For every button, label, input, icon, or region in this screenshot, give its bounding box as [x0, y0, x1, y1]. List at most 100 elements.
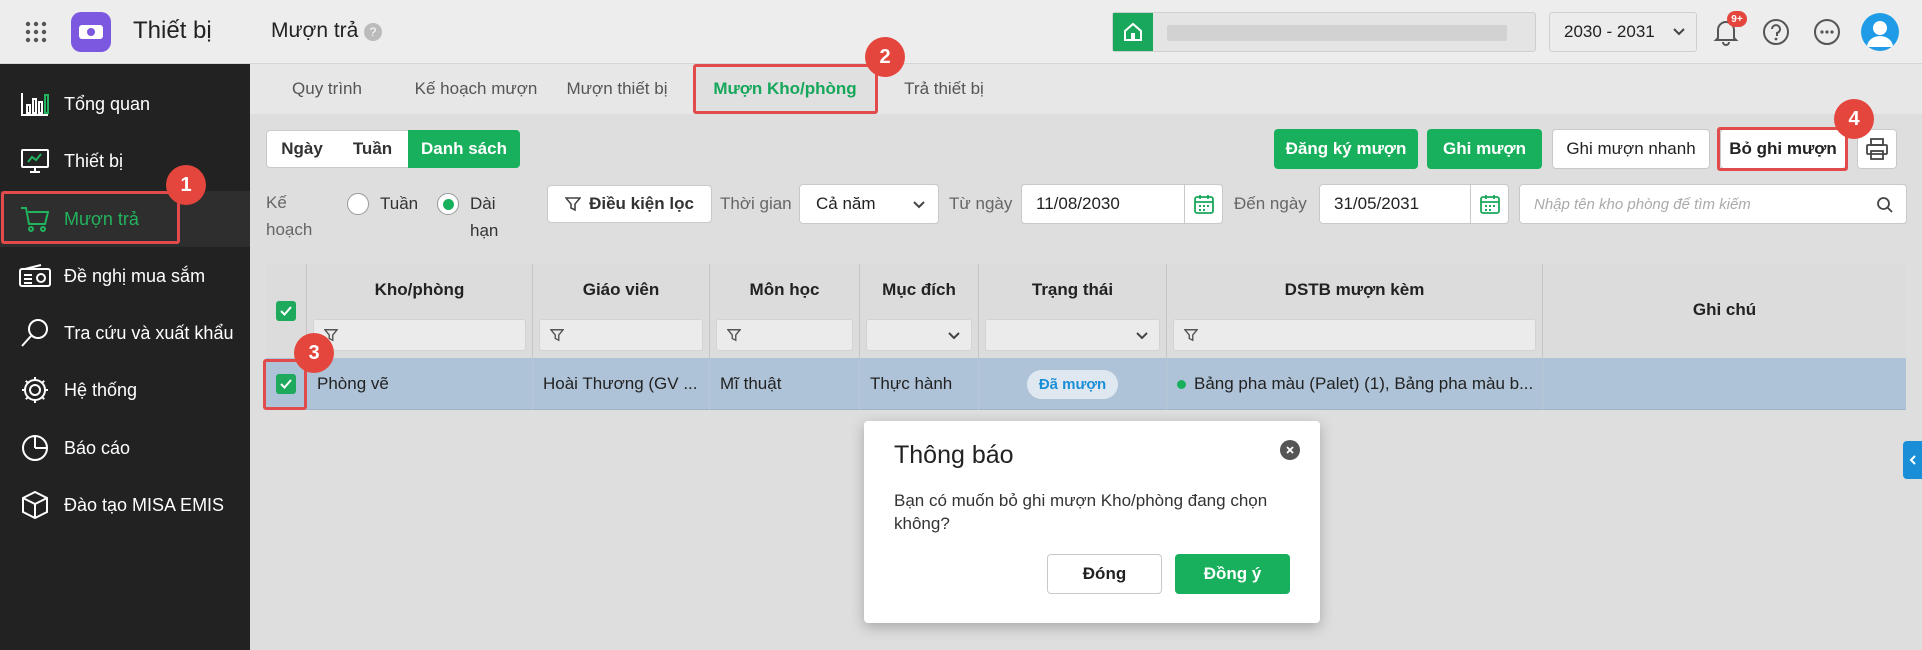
tab-borrow-equipment[interactable]: Mượn thiết bị	[552, 64, 682, 114]
radio-long-term-label-2[interactable]: hạn	[470, 221, 498, 241]
highlight-unrecord-button	[1717, 127, 1848, 171]
to-date-value: 31/05/2031	[1334, 194, 1420, 213]
quick-record-button[interactable]: Ghi mượn nhanh	[1552, 129, 1710, 169]
home-icon	[1113, 13, 1153, 51]
sidebar-item-label: Tra cứu và xuất khẩu	[64, 322, 234, 343]
column-header-teacher: Giáo viên	[533, 264, 710, 358]
sidebar-item-purchase-request[interactable]: Đề nghị mua sắm	[0, 248, 250, 304]
sidebar-item-training[interactable]: Đào tạo MISA EMIS	[0, 477, 250, 533]
to-date-input[interactable]: 31/05/2031	[1319, 184, 1509, 224]
sidebar-item-label: Báo cáo	[64, 437, 131, 458]
view-list-button[interactable]: Danh sách	[408, 130, 520, 168]
more-icon[interactable]	[1813, 18, 1841, 46]
app-logo-icon	[71, 12, 111, 52]
room-search-placeholder: Nhập tên kho phòng để tìm kiếm	[1534, 195, 1751, 213]
room-search-input[interactable]: Nhập tên kho phòng để tìm kiếm	[1519, 184, 1907, 224]
record-borrow-button[interactable]: Ghi mượn	[1427, 129, 1542, 169]
equipment-text: Bảng pha màu (Palet) (1), Bảng pha màu b…	[1194, 374, 1534, 393]
cell-room: Phòng vẽ	[307, 358, 533, 410]
school-selector[interactable]	[1112, 12, 1536, 52]
from-date-value: 11/08/2030	[1036, 194, 1120, 213]
time-select-value: Cả năm	[816, 194, 876, 213]
cell-subject: Mĩ thuật	[710, 358, 860, 410]
column-header-status: Trạng thái	[979, 264, 1167, 358]
view-day-button[interactable]: Ngày	[266, 130, 338, 168]
calendar-icon[interactable]	[1470, 185, 1508, 223]
tab-return-equipment[interactable]: Trả thiết bị	[882, 64, 1006, 114]
chevron-down-icon	[1673, 28, 1685, 36]
sidebar-item-label: Tổng quan	[64, 93, 151, 114]
monitor-icon	[18, 144, 52, 178]
column-header-note: Ghi chú	[1543, 264, 1906, 358]
sidebar-item-equipment[interactable]: Thiết bị	[0, 133, 250, 189]
tab-process[interactable]: Quy trình	[262, 64, 392, 114]
column-title: Ghi chú	[1692, 300, 1757, 319]
gear-icon	[18, 373, 52, 407]
check-icon	[280, 306, 292, 316]
highlight-tab-borrow-room	[693, 64, 878, 114]
column-filter-teacher[interactable]	[539, 319, 703, 351]
radio-device-icon	[18, 259, 52, 293]
column-title: Trạng thái	[1031, 280, 1114, 299]
radio-week-label[interactable]: Tuần	[380, 194, 418, 214]
chevron-down-icon	[1136, 332, 1148, 340]
confirm-dialog: Thông báo Bạn có muốn bỏ ghi mượn Kho/ph…	[864, 421, 1320, 623]
school-name-blurred	[1167, 25, 1507, 41]
column-filter-equipment[interactable]	[1173, 319, 1536, 351]
sidebar-item-label: Đào tạo MISA EMIS	[64, 494, 225, 515]
magnifier-icon	[18, 316, 52, 350]
dialog-confirm-button[interactable]: Đồng ý	[1175, 554, 1290, 594]
column-filter-purpose[interactable]	[866, 319, 972, 351]
sidebar-item-reports[interactable]: Báo cáo	[0, 420, 250, 476]
pie-chart-icon	[18, 431, 52, 465]
green-dot-icon	[1177, 379, 1186, 389]
column-title: DSTB mượn kèm	[1284, 280, 1425, 299]
view-week-button[interactable]: Tuần	[337, 130, 409, 168]
cell-equipment: Bảng pha màu (Palet) (1), Bảng pha màu b…	[1167, 358, 1543, 410]
help-icon[interactable]	[1762, 18, 1790, 46]
plan-label: Kế	[266, 193, 287, 212]
app-grid-icon[interactable]	[24, 20, 48, 44]
status-badge: Đã mượn	[1026, 369, 1119, 399]
filter-conditions-button[interactable]: Điều kiện lọc	[547, 185, 712, 223]
radio-long-term[interactable]	[437, 193, 459, 215]
register-borrow-button[interactable]: Đăng ký mượn	[1274, 129, 1418, 169]
column-header-purpose: Mục đích	[860, 264, 979, 358]
app-title: Thiết bị	[133, 17, 212, 44]
step-badge-2: 2	[865, 37, 905, 77]
sidebar-item-overview[interactable]: Tổng quan	[0, 76, 250, 132]
column-filter-status[interactable]	[985, 319, 1160, 351]
funnel-icon	[565, 197, 582, 212]
help-mark-icon[interactable]: ?	[364, 23, 382, 41]
dialog-title: Thông báo	[894, 441, 1014, 469]
dialog-close-icon[interactable]	[1280, 440, 1300, 460]
radio-long-term-label[interactable]: Dài	[470, 194, 496, 214]
search-icon[interactable]	[1876, 196, 1894, 214]
sidebar-item-lookup-export[interactable]: Tra cứu và xuất khẩu	[0, 305, 250, 361]
dashboard-chart-icon	[18, 87, 52, 121]
tab-borrow-plan[interactable]: Kế hoạch mượn	[386, 64, 566, 114]
sidebar-item-label: Thiết bị	[64, 150, 124, 171]
from-date-label: Từ ngày	[949, 194, 1013, 213]
sidebar-item-system[interactable]: Hệ thống	[0, 362, 250, 418]
panel-collapse-handle[interactable]	[1903, 441, 1922, 479]
select-all-checkbox[interactable]	[276, 301, 296, 321]
column-title: Kho/phòng	[374, 280, 465, 299]
cell-note	[1543, 358, 1906, 410]
dialog-close-button[interactable]: Đóng	[1047, 554, 1162, 594]
avatar[interactable]	[1861, 13, 1899, 51]
calendar-icon[interactable]	[1184, 185, 1222, 223]
to-date-label: Đến ngày	[1234, 194, 1307, 213]
column-filter-room[interactable]	[313, 319, 526, 351]
page-title: Mượn trả	[271, 19, 359, 42]
school-year-select[interactable]: 2030 - 2031	[1549, 12, 1697, 52]
cell-purpose: Thực hành	[860, 358, 979, 410]
chevron-left-icon	[1909, 455, 1916, 465]
time-select[interactable]: Cả năm	[799, 184, 939, 224]
column-filter-subject[interactable]	[716, 319, 853, 351]
radio-week[interactable]	[347, 193, 369, 215]
cell-status: Đã mượn	[979, 358, 1167, 410]
chevron-down-icon	[948, 332, 960, 340]
from-date-input[interactable]: 11/08/2030	[1021, 184, 1223, 224]
column-title: Mục đích	[882, 280, 956, 299]
